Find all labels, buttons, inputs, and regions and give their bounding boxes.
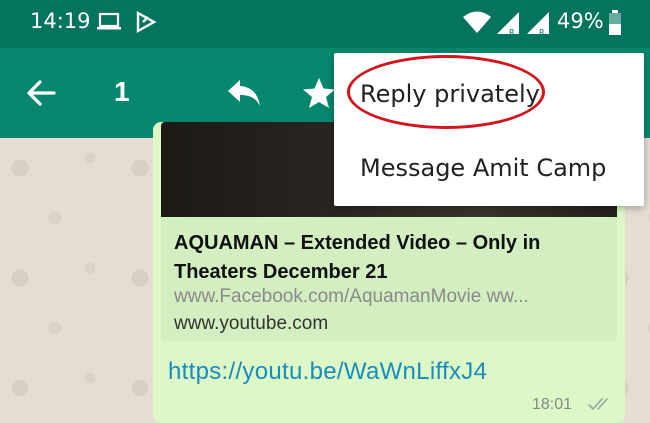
read-receipt-icon — [588, 396, 614, 417]
preview-domain: www.youtube.com — [174, 313, 329, 334]
signal-icon: R — [495, 10, 521, 41]
laptop-icon — [96, 10, 122, 39]
svg-text:R: R — [509, 28, 515, 36]
battery-percent: 49% — [557, 9, 604, 33]
preview-title: AQUAMAN – Extended Video – Only in Theat… — [174, 232, 541, 283]
message-link[interactable]: https://youtu.be/WaWnLiffxJ4 — [168, 358, 487, 386]
message-time: 18:01 — [532, 396, 573, 413]
play-store-icon — [134, 10, 158, 39]
svg-text:R: R — [539, 28, 545, 36]
battery-icon — [608, 10, 622, 41]
annotation-circle — [347, 55, 545, 129]
menu-item-message-contact[interactable]: Message Amit Camp — [360, 154, 606, 182]
selected-count: 1 — [114, 76, 130, 107]
wifi-icon — [462, 10, 492, 39]
back-arrow-icon[interactable] — [26, 79, 56, 112]
star-icon[interactable] — [302, 77, 336, 114]
status-time: 14:19 — [30, 9, 91, 33]
signal-icon: R — [525, 10, 551, 41]
reply-icon[interactable] — [226, 78, 262, 113]
preview-description: www.Facebook.com/AquamanMovie ww... — [174, 286, 529, 307]
status-bar: 14:19 R R 49% — [0, 0, 650, 48]
